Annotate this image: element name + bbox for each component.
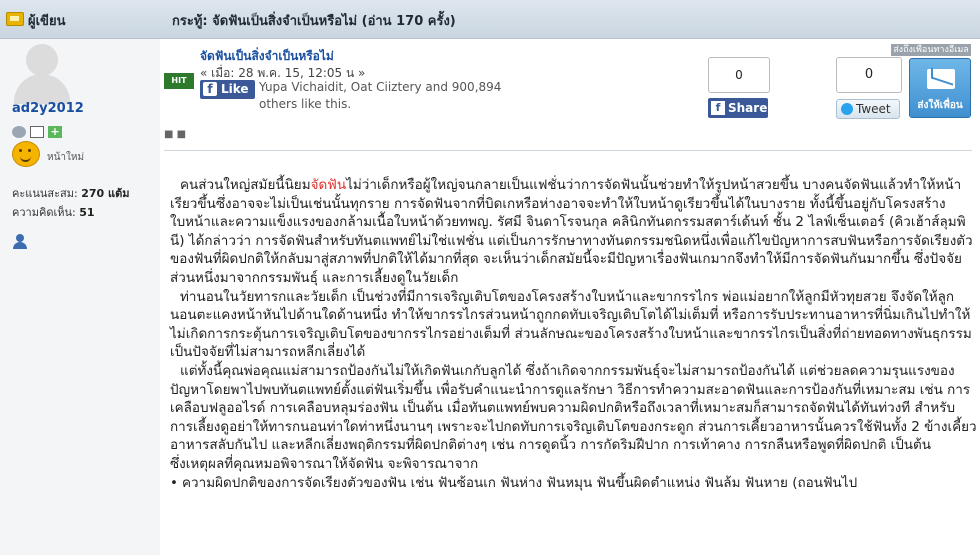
share-label: Share — [728, 101, 768, 115]
profile-icon[interactable] — [12, 234, 30, 250]
author-icon — [6, 12, 24, 26]
like-summary: Yupa Vichaidit, Oat Ciiztery and 900,894… — [259, 80, 502, 111]
smiley-icon — [12, 141, 40, 167]
email-icon[interactable] — [30, 125, 44, 138]
tweet-label: Tweet — [856, 102, 891, 116]
add-friend-icon[interactable]: + — [48, 125, 62, 138]
opinion-stat: ความคิดเห็น: 51 — [12, 203, 95, 221]
tweet-button[interactable]: Tweet — [836, 99, 900, 119]
send-to-friend-label: ส่งให้เพื่อน — [917, 100, 963, 111]
paragraph-4: ซึ่งเหตุผลที่คุณหมอพิจารณาให้จัดฟัน จะพิ… — [170, 455, 479, 472]
username-link[interactable]: ad2y2012 — [12, 101, 84, 116]
facebook-share-count: 0 — [708, 57, 770, 93]
user-rank: หน้าใหม่ — [47, 152, 85, 163]
author-column-label: ผู้เขียน — [28, 14, 66, 29]
paragraph-2: ท่านอนในวัยทารกและวัยเด็ก เป็นช่วงที่มีก… — [170, 288, 972, 361]
send-email-caption: ส่งถึงเพื่อนทางอีเมล — [891, 44, 971, 56]
avatar[interactable] — [10, 44, 74, 104]
twitter-bird-icon — [841, 103, 853, 115]
hit-badge: HIT — [164, 73, 194, 89]
score-stat: คะแนนสะสม: 270 แต้ม — [12, 184, 129, 202]
paragraph-3: แต่ทั้งนี้คุณพ่อคุณแม่สามารถป้องกันไม่ให… — [170, 362, 977, 454]
keyword-link[interactable]: จัดฟัน — [311, 177, 346, 193]
author-sidebar — [0, 39, 160, 555]
opinion-value: 51 — [79, 206, 95, 219]
facebook-share-button[interactable]: f Share — [708, 98, 768, 118]
list-item: ความผิดปกติของการจัดเรียงตัวของฟัน เช่น … — [170, 474, 978, 493]
status-icon[interactable] — [12, 125, 26, 138]
paragraph-1: คนส่วนใหญ่สมัยนี้นิยมจัดฟันไม่ว่าเด็กหรื… — [170, 176, 978, 288]
opinion-label: ความคิดเห็น: — [12, 206, 76, 219]
facebook-like-button[interactable]: f Like — [200, 80, 255, 99]
thread-header: ผู้เขียน กระทู้: จัดฟันเป็นสิ่งจำเป็นหรื… — [0, 0, 980, 39]
tweet-count: 0 — [836, 57, 902, 93]
score-label: คะแนนสะสม: — [12, 187, 78, 200]
facebook-icon: f — [711, 101, 725, 115]
post-body: คนส่วนใหญ่สมัยนี้นิยมจัดฟันไม่ว่าเด็กหรื… — [170, 176, 978, 492]
post-separator-dots: ■ ■ — [164, 129, 187, 140]
user-contact-icons: + — [12, 121, 66, 140]
post-divider — [164, 150, 972, 151]
facebook-icon: f — [203, 82, 217, 96]
paragraph-1-start: คนส่วนใหญ่สมัยนี้นิยม — [180, 177, 311, 193]
thread-title: กระทู้: จัดฟันเป็นสิ่งจำเป็นหรือไม่ (อ่า… — [172, 14, 456, 29]
send-to-friend-button[interactable]: ส่งให้เพื่อน — [909, 58, 971, 118]
envelope-icon — [927, 69, 955, 89]
score-value: 270 แต้ม — [81, 187, 130, 200]
paragraph-1-rest: ไม่ว่าเด็กหรือผู้ใหญ่จนกลายเป็นแฟชั่นว่า… — [170, 177, 973, 286]
like-label: Like — [221, 82, 249, 96]
